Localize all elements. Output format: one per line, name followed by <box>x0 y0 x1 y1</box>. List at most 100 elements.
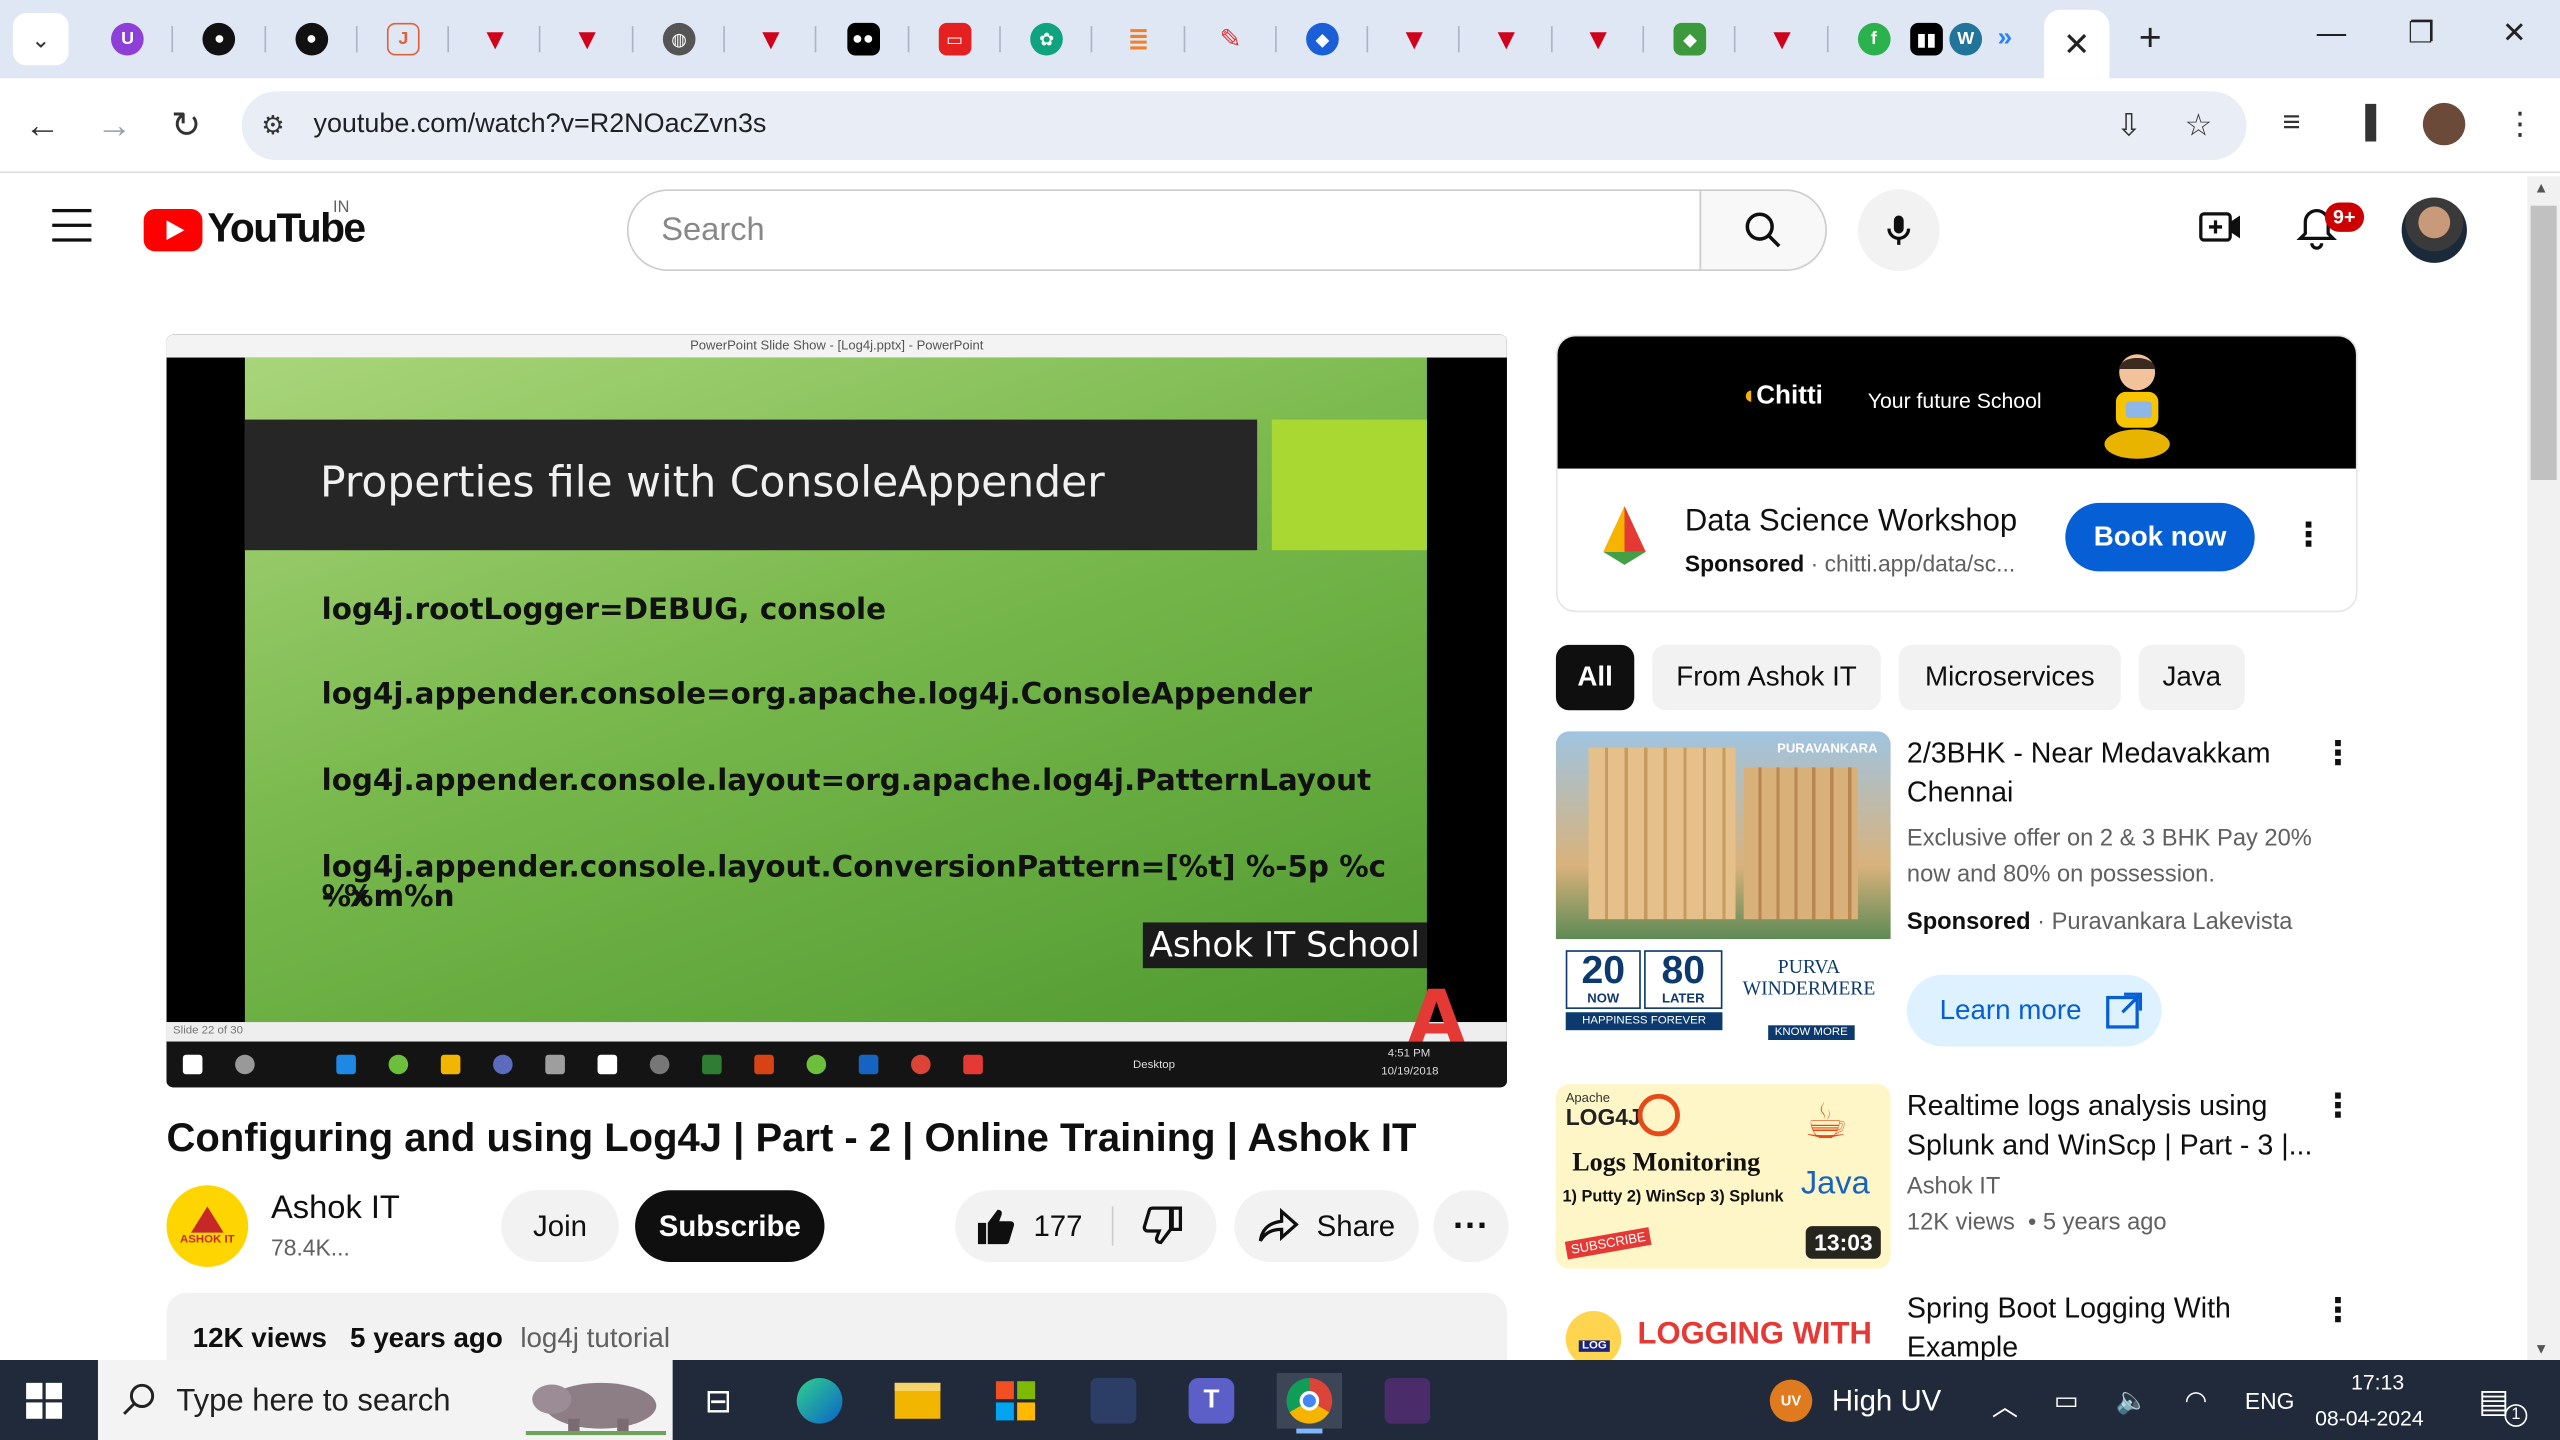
browser-tab[interactable]: ▼ <box>725 10 818 69</box>
item-more-icon[interactable]: ⋮ <box>2322 738 2355 771</box>
tray-chevron-up-icon[interactable]: ︿ <box>1992 1384 2018 1423</box>
install-app-icon[interactable]: ⇩ <box>2116 108 2142 146</box>
teams-icon[interactable]: T <box>1179 1373 1244 1429</box>
channel-name[interactable]: Ashok IT <box>271 1190 400 1228</box>
search-button[interactable] <box>1699 189 1827 272</box>
account-avatar[interactable] <box>2401 197 2467 263</box>
javaee-ide-icon[interactable] <box>1375 1373 1440 1429</box>
chrome-icon[interactable] <box>1276 1373 1343 1434</box>
dislike-button[interactable] <box>1141 1206 1183 1254</box>
scrollbar-thumb[interactable] <box>2530 205 2557 480</box>
video-title-link[interactable]: Spring Boot Logging With Example <box>1907 1288 2315 1366</box>
video-thumbnail[interactable]: LOG LOGGING WITH <box>1555 1288 1891 1360</box>
ad-banner[interactable]: ◖Chitti Your future School <box>1557 336 2356 469</box>
chip-all[interactable]: All <box>1555 644 1635 711</box>
minimize-button[interactable]: — <box>2299 16 2364 62</box>
browser-tab[interactable]: ●● <box>817 10 910 69</box>
reload-button[interactable]: ↻ <box>160 100 212 152</box>
wifi-icon[interactable]: ◠ <box>2184 1384 2207 1417</box>
search-input[interactable]: Search <box>626 189 1702 272</box>
browser-tab[interactable]: ✿ <box>1001 10 1094 69</box>
browser-tab[interactable]: ▼ <box>541 10 634 69</box>
browser-tab[interactable]: f <box>1828 10 1921 69</box>
clock-date[interactable]: 08-04-2024 <box>2315 1406 2424 1430</box>
video-thumbnail[interactable]: Apache LOG4J Logs Monitoring 1) Putty 2)… <box>1555 1084 1891 1269</box>
forward-button[interactable]: → <box>88 100 140 152</box>
sponsored-thumbnail[interactable]: PURAVANKARA 20 NOW 80 LATER HAPPINESS FO… <box>1555 731 1891 1067</box>
new-tab-button[interactable]: + <box>2129 19 2171 62</box>
video-title-link[interactable]: Realtime logs analysis using Splunk and W… <box>1907 1086 2315 1164</box>
url-text[interactable]: youtube.com/watch?v=R2NOacZvn3s <box>313 109 766 140</box>
voice-search-button[interactable] <box>1857 189 1940 272</box>
scroll-up-icon[interactable]: ▲ <box>2534 180 2549 196</box>
task-view-icon[interactable]: ⊟ <box>686 1373 751 1429</box>
browser-tab[interactable]: ▼ <box>1552 10 1645 69</box>
restore-button[interactable]: ❐ <box>2389 16 2454 62</box>
like-button[interactable] <box>975 1207 1017 1254</box>
join-button[interactable]: Join <box>501 1190 619 1263</box>
browser-tab[interactable]: ▼ <box>1736 10 1829 69</box>
item-more-icon[interactable]: ⋮ <box>2322 1295 2355 1328</box>
browser-tab[interactable]: ● <box>174 10 266 69</box>
browser-tab[interactable]: ✎ <box>1185 10 1277 69</box>
create-video-icon[interactable] <box>2198 206 2244 260</box>
chrome-menu-icon[interactable]: ⋮ <box>2504 106 2535 144</box>
ad-title[interactable]: Data Science Workshop <box>1685 504 2017 540</box>
page-scrollbar[interactable]: ▲ ▼ <box>2527 176 2560 1360</box>
subscribe-button[interactable]: Subscribe <box>635 1190 825 1263</box>
video-tag[interactable]: log4j tutorial <box>520 1322 670 1353</box>
more-actions-button[interactable]: ··· <box>1433 1190 1509 1263</box>
volume-icon[interactable]: 🔈 <box>2116 1384 2149 1417</box>
back-button[interactable]: ← <box>16 100 68 152</box>
address-bar[interactable]: ⚙ youtube.com/watch?v=R2NOacZvn3s ⇩ ☆ <box>241 91 2247 160</box>
book-now-button[interactable]: Book now <box>2065 502 2255 572</box>
browser-tab[interactable]: ◆ <box>1277 10 1369 69</box>
tab-group[interactable]: ▮▮ W » <box>1910 10 2021 69</box>
video-title-link[interactable]: 2/3BHK - Near Medavakkam Chennai <box>1907 733 2315 811</box>
tab-search-button[interactable]: ⌄ <box>13 13 69 66</box>
ad-more-icon[interactable]: ⋮ <box>2292 519 2325 552</box>
eclipse-ide-icon[interactable] <box>1081 1373 1146 1429</box>
browser-tab[interactable]: ▼ <box>449 10 542 69</box>
windows-start-icon[interactable] <box>26 1382 63 1419</box>
video-player[interactable]: PowerPoint Slide Show - [Log4j.pptx] - P… <box>166 334 1507 1088</box>
file-explorer-icon[interactable] <box>885 1373 950 1429</box>
browser-tab[interactable]: ≣ <box>1093 10 1186 69</box>
guide-menu-icon[interactable] <box>52 208 92 242</box>
close-window-button[interactable]: ✕ <box>2482 16 2547 62</box>
bookmark-star-icon[interactable]: ☆ <box>2184 108 2212 146</box>
youtube-logo[interactable]: YouTube <box>143 206 366 253</box>
channel-avatar[interactable]: ASHOK IT <box>166 1185 249 1267</box>
learn-more-button[interactable]: Learn more <box>1906 974 2162 1047</box>
media-controls-icon[interactable]: ≡ <box>2282 106 2300 142</box>
item-more-icon[interactable]: ⋮ <box>2322 1091 2355 1124</box>
chip-microservices[interactable]: Microservices <box>1898 644 2121 711</box>
language-indicator[interactable]: ENG <box>2245 1388 2295 1414</box>
side-panel-icon[interactable]: ▐ <box>2354 106 2376 142</box>
browser-tab[interactable]: ▭ <box>909 10 1002 69</box>
close-icon[interactable]: ✕ <box>2063 24 2090 65</box>
site-info-icon[interactable]: ⚙ <box>261 109 284 142</box>
browser-tab[interactable]: ▼ <box>1460 10 1553 69</box>
weather-text[interactable]: High UV <box>1832 1384 1941 1418</box>
taskbar-search-box[interactable]: Type here to search <box>97 1359 673 1440</box>
active-tab[interactable]: ✕ <box>2044 9 2110 79</box>
chip-from-ashok-it[interactable]: From Ashok IT <box>1652 644 1881 711</box>
browser-tab[interactable]: ◆ <box>1644 10 1737 69</box>
weather-uv-icon[interactable]: UV <box>1769 1379 1813 1423</box>
browser-tab[interactable]: ▼ <box>1368 10 1461 69</box>
store-icon[interactable] <box>983 1373 1048 1429</box>
browser-tab[interactable]: J <box>357 10 450 69</box>
battery-icon[interactable]: ▭ <box>2054 1384 2079 1417</box>
profile-avatar[interactable] <box>2422 102 2466 146</box>
browser-tab[interactable]: ◍ <box>633 10 726 69</box>
browser-tab[interactable]: ● <box>265 10 358 69</box>
sponsored-ad-card[interactable]: ◖Chitti Your future School Data Science … <box>1555 334 2358 613</box>
chip-java[interactable]: Java <box>2138 644 2245 711</box>
edge-icon[interactable] <box>787 1373 852 1429</box>
scroll-down-icon[interactable]: ▼ <box>2534 1340 2549 1356</box>
video-channel[interactable]: Ashok IT <box>1907 1174 2000 1200</box>
clock-time[interactable]: 17:13 <box>2351 1370 2404 1394</box>
browser-tab[interactable]: U <box>82 10 175 69</box>
share-button[interactable]: Share <box>1234 1190 1419 1263</box>
